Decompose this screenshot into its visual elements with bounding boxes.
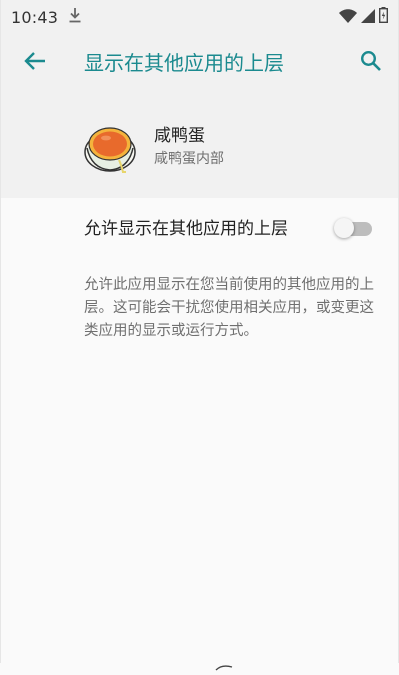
permission-description: 允许此应用显示在您当前使用的其他应用的上层。这可能会干扰您使用相关应用，或变更这… (84, 277, 374, 339)
permission-toggle-row[interactable]: 允许显示在其他应用的上层 (1, 208, 398, 250)
status-left: 10:43 (11, 7, 82, 27)
permission-label: 允许显示在其他应用的上层 (84, 219, 288, 239)
app-subtitle: 咸鸭蛋内部 (154, 151, 224, 167)
app-bar: 显示在其他应用的上层 (1, 34, 398, 92)
status-bar: 10:43 (1, 0, 398, 34)
status-time: 10:43 (11, 7, 59, 27)
switch-thumb (334, 218, 354, 238)
signal-icon (361, 8, 375, 27)
battery-icon (378, 7, 388, 27)
overlay-permission-switch[interactable] (334, 218, 372, 238)
back-button[interactable] (19, 49, 51, 77)
bottom-decoration (215, 656, 233, 671)
search-button[interactable] (356, 48, 386, 78)
download-icon (68, 7, 82, 27)
salted-egg-icon (83, 120, 137, 174)
arrow-left-icon (24, 51, 46, 75)
status-right (339, 7, 388, 27)
app-header: 咸鸭蛋 咸鸭蛋内部 (1, 92, 398, 198)
page-title: 显示在其他应用的上层 (84, 51, 284, 75)
wifi-icon (339, 8, 357, 27)
search-icon (360, 50, 382, 76)
app-name: 咸鸭蛋 (154, 126, 205, 146)
phone-screen: 10:43 显示在其他应用的上层 咸鸭蛋 咸鸭蛋内部 允许显示在其他应用的上层 … (0, 0, 399, 671)
